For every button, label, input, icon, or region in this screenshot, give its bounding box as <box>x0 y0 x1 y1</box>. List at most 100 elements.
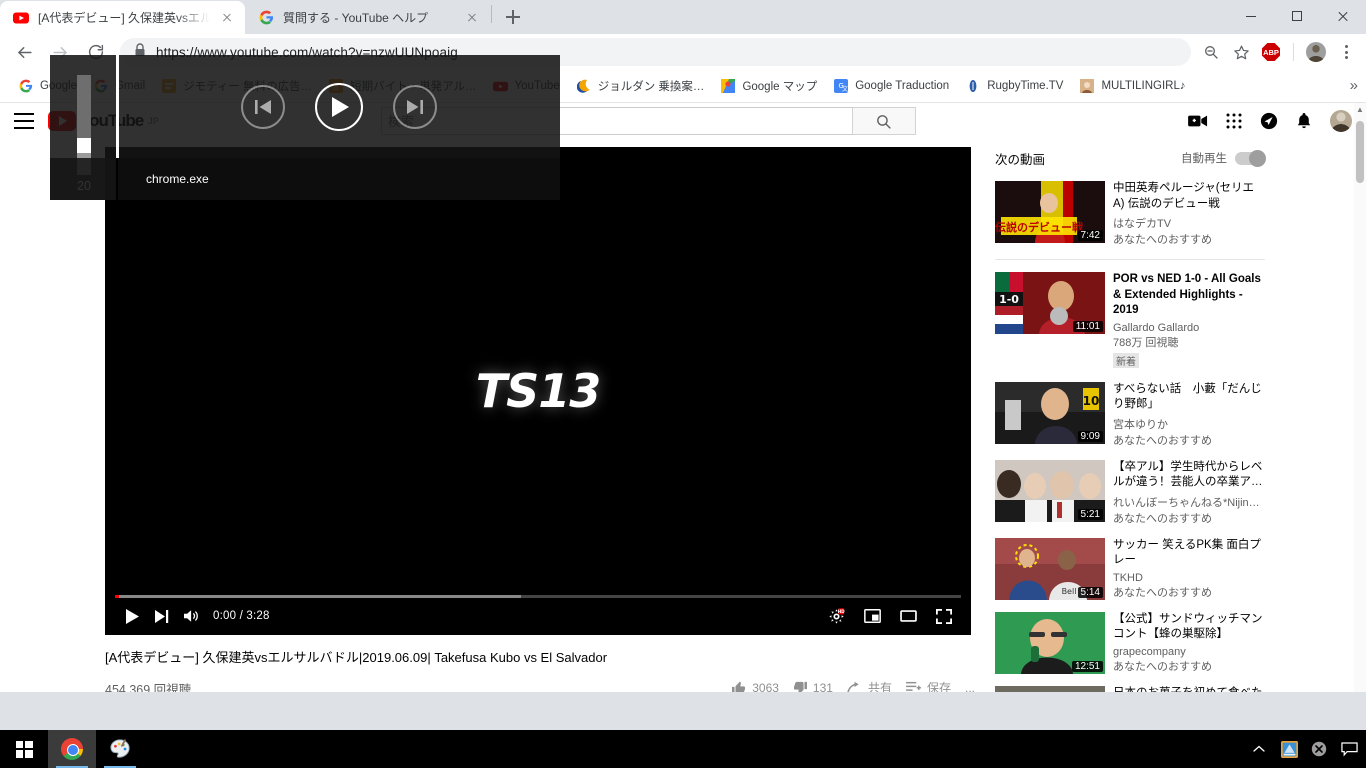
google-icon <box>18 78 34 94</box>
scroll-up-icon[interactable]: ▲ <box>1355 105 1365 117</box>
new-tab-button[interactable] <box>499 3 527 31</box>
save-button[interactable]: 保存 <box>906 679 951 692</box>
create-video-icon[interactable] <box>1188 114 1208 128</box>
back-icon[interactable] <box>9 37 39 67</box>
time-display: 0:00 / 3:28 <box>213 610 270 622</box>
taskbar-paint[interactable] <box>96 730 144 768</box>
messages-icon[interactable] <box>1260 112 1278 130</box>
minimize-button[interactable] <box>1228 0 1274 32</box>
like-button[interactable]: 3063 <box>732 681 779 692</box>
zoom-out-icon[interactable] <box>1197 38 1225 66</box>
video-title: 中田英寿ペルージャ(セリエA) 伝説のデビュー戦 <box>1113 182 1255 210</box>
adblock-plus-icon[interactable]: ABP <box>1257 38 1285 66</box>
video-player[interactable]: TS13 0:00 / 3:28 HD <box>105 147 971 635</box>
chrome-icon <box>61 738 83 760</box>
guide-menu-icon[interactable] <box>14 113 34 129</box>
bookmark-rugbytime[interactable]: RugbyTime.TV <box>957 74 1071 98</box>
video-info: 中田英寿ペルージャ(セリエA) 伝説のデビュー戦 はなデカTV あなたへのおすす… <box>1113 181 1265 247</box>
next-video-button[interactable] <box>147 601 177 631</box>
video-meta-row: 454,369 回視聴 3063 131 共有 保存 ... <box>105 679 975 692</box>
theater-mode-icon[interactable] <box>893 601 923 631</box>
video-thumbnail[interactable]: 10 9:09 <box>995 381 1105 444</box>
taskbar-chrome[interactable] <box>48 730 96 768</box>
browser-tab-1[interactable]: [A代表デビュー] 久保建英vsエルサル <box>0 1 245 34</box>
search-button[interactable] <box>851 107 916 135</box>
bookmark-star-icon[interactable] <box>1227 38 1255 66</box>
next-track-button[interactable] <box>393 84 437 129</box>
notifications-bell-icon[interactable] <box>1296 112 1312 130</box>
list-item[interactable]: 10 9:09 すべらない話 小藪「だんじり野郎」 宮本ゆりか あなたへのおすす… <box>995 381 1265 448</box>
list-item[interactable]: 5:21 【卒アル】学生時代からレベルが違う！芸能人の卒業ア… れいんぼーちゃん… <box>995 459 1265 526</box>
show-hidden-icons-button[interactable] <box>1244 730 1274 768</box>
video-actions: 3063 131 共有 保存 ... <box>732 679 975 692</box>
start-button[interactable] <box>0 730 48 768</box>
video-title: POR vs NED 1-0 - All Goals & Extended Hi… <box>1113 273 1261 317</box>
previous-track-button[interactable] <box>241 84 285 129</box>
play-button[interactable] <box>315 82 363 131</box>
volume-button[interactable] <box>177 601 207 631</box>
video-thumbnail[interactable]: Bell 5:14 <box>995 537 1105 600</box>
profile-avatar[interactable] <box>1302 38 1330 66</box>
tab-strip: [A代表デビュー] 久保建英vsエルサル 質問する - YouTube ヘルプ <box>0 0 1366 34</box>
settings-gear-icon[interactable]: HD <box>821 601 851 631</box>
bookmark-google-traduction[interactable]: G文 Google Traduction <box>825 74 957 98</box>
autoplay-toggle[interactable] <box>1235 149 1266 167</box>
video-channel: はなデカTV <box>1113 218 1172 231</box>
video-thumbnail[interactable]: 1-0 11:01 <box>995 272 1105 335</box>
list-item[interactable]: 日本のお菓子を初めて食べたフランス人の反応 7:52 日本のお菓子を初めて食べた… <box>995 685 1265 692</box>
bookmark-label: Google Traduction <box>855 80 950 92</box>
windows-logo-icon <box>15 740 33 758</box>
video-meta: あなたへのおすすめ <box>1113 512 1212 525</box>
video-info: POR vs NED 1-0 - All Goals & Extended Hi… <box>1113 272 1265 370</box>
fullscreen-icon[interactable] <box>929 601 959 631</box>
video-duration: 5:14 <box>1077 586 1103 598</box>
system-tray <box>1244 730 1366 768</box>
maximize-button[interactable] <box>1274 0 1320 32</box>
close-icon[interactable] <box>219 10 235 26</box>
list-item[interactable]: 12:51 【公式】サンドウィッチマン コント【蜂の巣駆除】 grapecomp… <box>995 611 1274 674</box>
bookmark-multilingirl[interactable]: MULTILINGIRL♪ <box>1071 74 1193 98</box>
list-item[interactable]: Bell 5:14 サッカー 笑えるPK集 面白プレー TKHD あなたへのおす… <box>995 537 1265 600</box>
autoplay-control[interactable]: 自動再生 <box>1181 149 1266 167</box>
video-meta: あなたへのおすすめ <box>1113 660 1212 673</box>
view-count: 454,369 回視聴 <box>105 683 192 692</box>
video-thumbnail[interactable]: 日本のお菓子を初めて食べたフランス人の反応 7:52 <box>995 685 1105 692</box>
list-item[interactable]: 1-0 11:01 POR vs NED 1-0 - All Goals & E… <box>995 272 1265 370</box>
chrome-menu-icon[interactable] <box>1332 38 1360 66</box>
video-thumbnail[interactable]: 5:21 <box>995 459 1105 522</box>
video-duration: 5:21 <box>1077 508 1103 520</box>
video-meta: あなたへのおすすめ <box>1113 586 1212 599</box>
list-item[interactable]: 伝説のデビュー戦 7:42 中田英寿ペルージャ(セリエA) 伝説のデビュー戦 は… <box>995 181 1265 247</box>
paint-icon <box>110 739 130 758</box>
up-next-header: 次の動画 自動再生 <box>995 147 1266 169</box>
page-scrollbar[interactable]: ▲ <box>1354 103 1366 692</box>
account-avatar[interactable] <box>1330 110 1352 132</box>
video-thumbnail[interactable]: 伝説のデビュー戦 7:42 <box>995 181 1105 243</box>
translate-icon: G文 <box>833 78 849 94</box>
share-button[interactable]: 共有 <box>847 679 892 692</box>
video-title: サッカー 笑えるPK集 面白プレー <box>1113 538 1261 567</box>
dislike-button[interactable]: 131 <box>793 681 833 692</box>
notifications-icon[interactable] <box>1334 730 1364 768</box>
bookmark-jorudan[interactable]: ジョルダン 乗換案… <box>568 74 713 98</box>
video-duration: 9:09 <box>1077 430 1103 442</box>
close-icon[interactable] <box>464 10 480 26</box>
video-info: サッカー 笑えるPK集 面白プレー TKHD あなたへのおすすめ <box>1113 538 1265 600</box>
window-controls <box>1228 0 1366 32</box>
svg-text:文: 文 <box>842 85 848 93</box>
player-right-controls: HD <box>821 601 959 631</box>
rugby-icon <box>965 78 981 94</box>
bookmarks-overflow-icon[interactable]: » <box>1350 77 1358 94</box>
action-close-icon[interactable] <box>1304 730 1334 768</box>
close-window-button[interactable] <box>1320 0 1366 32</box>
scrollbar-thumb[interactable] <box>1356 121 1364 183</box>
browser-tab-2[interactable]: 質問する - YouTube ヘルプ <box>245 1 490 34</box>
volume-slider-thumb[interactable] <box>77 138 91 153</box>
bookmark-google-maps[interactable]: Google マップ <box>712 74 825 98</box>
network-icon[interactable] <box>1274 730 1304 768</box>
more-actions-button[interactable]: ... <box>965 681 975 692</box>
play-button[interactable] <box>117 601 147 631</box>
apps-grid-icon[interactable] <box>1226 113 1242 129</box>
video-thumbnail[interactable]: 12:51 <box>995 611 1105 674</box>
miniplayer-icon[interactable] <box>857 601 887 631</box>
